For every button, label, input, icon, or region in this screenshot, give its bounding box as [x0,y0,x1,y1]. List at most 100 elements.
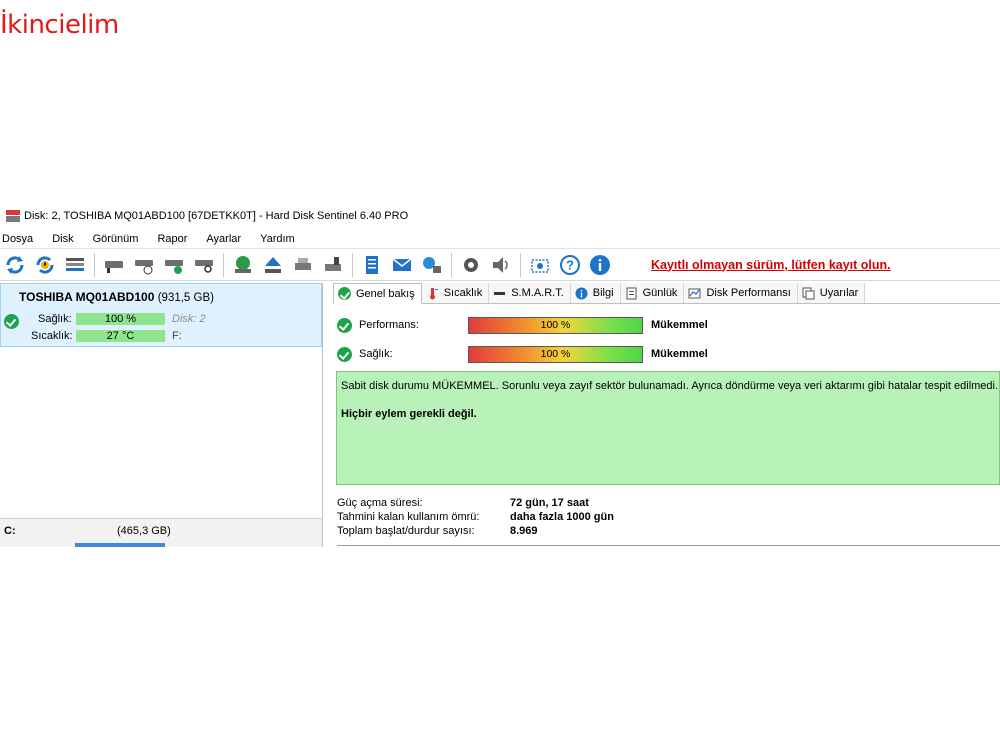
drive-letter: F: [172,330,182,342]
disk-timer-icon[interactable] [132,253,156,277]
toolbar-separator [352,252,353,277]
help-icon[interactable]: ? [558,253,582,277]
details-panel: Genel bakış Sıcaklık S.M.A.R.T. Bilgi Gü… [333,283,1000,547]
globe-disk-icon[interactable] [231,253,255,277]
performance-value: 100 % [540,319,571,331]
title-bar: Disk: 2, TOSHIBA MQ01ABD100 [67DETKK0T] … [0,205,1000,227]
disk-temp-label: Sıcaklık: [31,330,73,342]
disk-index: Disk: 2 [172,313,206,325]
disk-tools-icon[interactable] [291,253,315,277]
tab-temperature[interactable]: Sıcaklık [421,283,490,303]
app-window: Disk: 2, TOSHIBA MQ01ABD100 [67DETKK0T] … [0,205,1000,547]
watermark-text: İkincielim [0,10,119,40]
chart-icon [688,288,701,298]
disk-health-label: Sağlık: [38,313,72,325]
info-icon [575,287,588,299]
tab-label: Uyarılar [819,287,859,299]
disk-name: TOSHIBA MQ01ABD100 [19,290,155,304]
toolbar-separator [520,252,521,277]
performance-rating: Mükemmel [651,319,708,331]
network-icon[interactable] [420,253,444,277]
alerts-icon [802,287,815,299]
health-meter: 100 % [468,346,643,363]
refresh-warning-icon[interactable] [33,253,57,277]
tab-label: Genel bakış [356,287,415,300]
tab-label: S.M.A.R.T. [511,287,564,299]
tab-label: Sıcaklık [443,287,483,299]
health-value: 100 % [540,348,571,360]
disk-list-panel: TOSHIBA MQ01ABD100 (931,5 GB) Sağlık: 10… [0,283,323,547]
remaining-life-value: daha fazla 1000 gün [510,511,614,523]
disk-write-icon[interactable] [321,253,345,277]
action-text: Hiçbir eylem gerekli değil. [341,408,477,420]
toolbar-separator [451,252,452,277]
menu-file[interactable]: Dosya [2,233,33,245]
menu-bar: Dosya Disk Görünüm Rapor Ayarlar Yardım [0,229,1000,249]
tab-label: Günlük [642,287,678,299]
toolbar-separator [94,252,95,277]
disk-list-item[interactable]: TOSHIBA MQ01ABD100 (931,5 GB) Sağlık: 10… [0,283,322,347]
registration-warning-link[interactable]: Kayıtlı olmayan sürüm, lütfen kayıt olun… [651,258,891,272]
eject-icon[interactable] [261,253,285,277]
partition-row[interactable]: C: (465,3 GB) [0,518,322,547]
partition-size: (465,3 GB) [117,525,171,537]
health-row: Sağlık: 100 % Mükemmel [333,344,1000,366]
app-logo-icon [6,210,20,222]
disk-check-icon[interactable] [162,253,186,277]
health-ok-icon [337,347,352,362]
tab-disk-performance[interactable]: Disk Performansı [684,283,798,303]
start-stop-value: 8.969 [510,525,538,537]
tab-label: Disk Performansı [706,287,791,299]
start-stop-label: Toplam başlat/durdur sayısı: [337,525,475,537]
menu-disk[interactable]: Disk [52,233,73,245]
toolbar-separator [223,252,224,277]
partition-usage-bar [75,543,165,547]
report-icon[interactable] [360,253,384,277]
menu-report[interactable]: Rapor [157,233,187,245]
disk-health-bar: 100 % [76,313,165,325]
disk-temp-bar: 27 °C [76,330,165,342]
tab-overview[interactable]: Genel bakış [333,283,422,304]
disk-icon[interactable] [102,253,126,277]
status-text: Sabit disk durumu MÜKEMMEL. Sorunlu veya… [341,380,999,392]
health-rating: Mükemmel [651,348,708,360]
power-on-value: 72 gün, 17 saat [510,497,589,509]
performance-ok-icon [337,318,352,333]
health-label: Sağlık: [359,348,393,360]
mail-icon[interactable] [390,253,414,277]
tab-smart[interactable]: S.M.A.R.T. [489,283,571,303]
disk-search-icon[interactable] [192,253,216,277]
disk-size: (931,5 GB) [157,292,214,304]
menu-help[interactable]: Yardım [260,233,295,245]
log-icon [626,287,637,299]
menu-settings[interactable]: Ayarlar [206,233,241,245]
tab-bar: Genel bakış Sıcaklık S.M.A.R.T. Bilgi Gü… [333,283,1000,304]
refresh-icon[interactable] [3,253,27,277]
remaining-life-label: Tahmini kalan kullanım ömrü: [337,511,480,523]
check-icon [338,287,351,300]
tab-alerts[interactable]: Uyarılar [797,283,866,303]
status-message-box: Sabit disk durumu MÜKEMMEL. Sorunlu veya… [336,371,1000,485]
settings-icon[interactable] [459,253,483,277]
tab-info[interactable]: Bilgi [570,283,621,303]
partition-letter: C: [4,525,16,537]
tab-label: Bilgi [592,287,614,299]
screenshot-icon[interactable] [528,253,552,277]
smart-icon [494,291,506,295]
health-ok-icon [4,314,19,329]
divider [337,545,1000,546]
power-on-label: Güç açma süresi: [337,497,423,509]
info-icon[interactable] [588,253,612,277]
performance-row: Performans: 100 % Mükemmel [333,315,1000,337]
sound-icon[interactable] [489,253,513,277]
svg-text:?: ? [566,257,574,272]
menu-view[interactable]: Görünüm [93,233,139,245]
disk-list-icon[interactable] [63,253,87,277]
performance-meter: 100 % [468,317,643,334]
disk-title: TOSHIBA MQ01ABD100 (931,5 GB) [19,290,214,304]
toolbar: ? Kayıtlı olmayan sürüm, lütfen kayıt ol… [0,249,1000,281]
performance-label: Performans: [359,319,419,331]
window-title: Disk: 2, TOSHIBA MQ01ABD100 [67DETKK0T] … [24,210,409,222]
thermometer-icon [429,287,438,299]
tab-log[interactable]: Günlük [620,283,685,303]
